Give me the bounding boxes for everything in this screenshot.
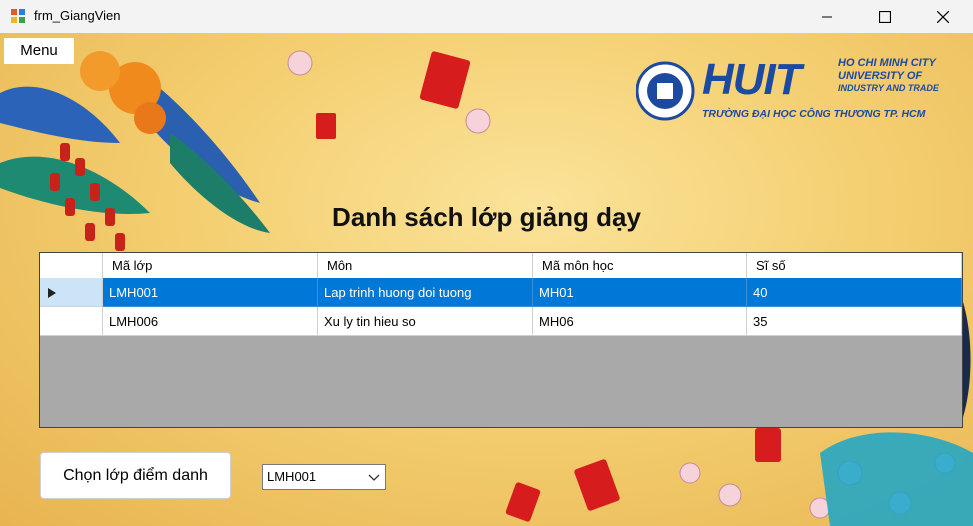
menu-button[interactable]: Menu [4, 38, 74, 64]
close-button[interactable] [920, 0, 966, 33]
maximize-icon [879, 10, 891, 23]
maximize-button[interactable] [862, 0, 908, 33]
logo-brand: HUIT [702, 55, 802, 104]
current-row-arrow-icon [48, 288, 56, 298]
class-select[interactable]: LMH001 [262, 464, 386, 490]
grid-corner-header [40, 253, 103, 278]
class-select-value: LMH001 [267, 469, 317, 484]
cell-mon[interactable]: Xu ly tin hieu so [318, 307, 533, 336]
column-header-si-so[interactable]: Sĩ số [747, 253, 962, 278]
cell-ma-mon-hoc[interactable]: MH01 [533, 278, 747, 307]
app-icon [11, 9, 25, 23]
title-bar: frm_GiangVien [0, 0, 973, 33]
row-header[interactable] [40, 307, 103, 336]
logo-line-3: INDUSTRY AND TRADE [838, 83, 939, 93]
logo-line-4: TRƯỜNG ĐẠI HỌC CÔNG THƯƠNG TP. HCM [702, 108, 926, 120]
cell-mon[interactable]: Lap trinh huong doi tuong [318, 278, 533, 307]
cell-si-so[interactable]: 35 [747, 307, 962, 336]
cell-ma-mon-hoc[interactable]: MH06 [533, 307, 747, 336]
column-header-mon[interactable]: Môn [318, 253, 533, 278]
client-area: HUIT HO CHI MINH CITY UNIVERSITY OF INDU… [0, 33, 973, 526]
logo-line-1: HO CHI MINH CITY [838, 57, 936, 69]
row-header[interactable] [40, 278, 103, 307]
window-title: frm_GiangVien [34, 8, 121, 23]
minimize-icon [822, 16, 832, 17]
minimize-button[interactable] [804, 0, 850, 33]
close-icon [937, 10, 949, 23]
table-row[interactable]: LMH001 Lap trinh huong doi tuong MH01 40 [40, 278, 962, 307]
class-grid[interactable]: Mã lớp Môn Mã môn học Sĩ số LMH001 Lap t… [39, 252, 963, 428]
cell-ma-lop[interactable]: LMH006 [103, 307, 318, 336]
chevron-down-icon [368, 474, 380, 481]
choose-class-button[interactable]: Chọn lớp điểm danh [40, 452, 231, 499]
table-row[interactable]: LMH006 Xu ly tin hieu so MH06 35 [40, 307, 962, 336]
cell-ma-lop[interactable]: LMH001 [103, 278, 318, 307]
page-title: Danh sách lớp giảng dạy [332, 202, 641, 232]
cell-si-so[interactable]: 40 [747, 278, 962, 307]
logo-line-2: UNIVERSITY OF [838, 70, 923, 82]
huit-logo: HUIT HO CHI MINH CITY UNIVERSITY OF INDU… [636, 55, 951, 125]
column-header-ma-mon-hoc[interactable]: Mã môn học [533, 253, 747, 278]
column-header-ma-lop[interactable]: Mã lớp [103, 253, 318, 278]
grid-header: Mã lớp Môn Mã môn học Sĩ số [40, 253, 962, 279]
